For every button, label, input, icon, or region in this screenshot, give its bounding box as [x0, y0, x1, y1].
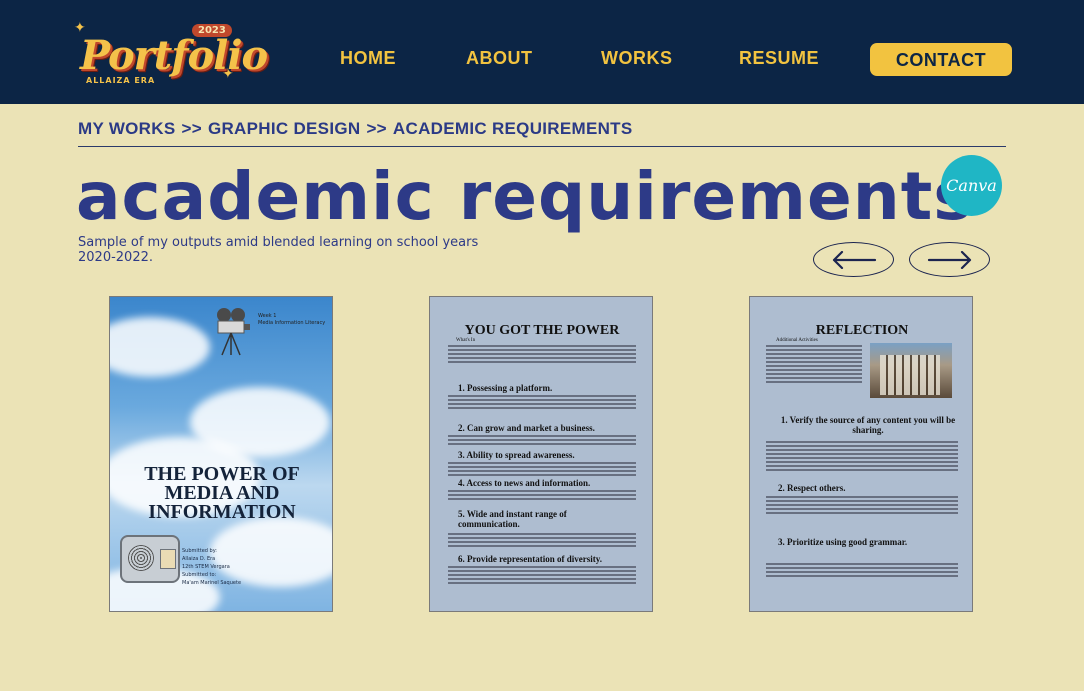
breadcrumb-graphic-design[interactable]: GRAPHIC DESIGN — [208, 119, 361, 138]
doc-title: REFLECTION — [815, 323, 909, 338]
work-card-reflection[interactable]: REFLECTION Additional Activities 1. Veri… — [749, 296, 973, 612]
breadcrumb-separator: >> — [366, 119, 387, 138]
doc-title: YOU GOT THE POWER — [464, 323, 620, 338]
doc-item: 1. Possessing a platform. — [458, 383, 553, 393]
cover-module: Week 1 Media Information Literacy — [258, 313, 326, 326]
prev-button[interactable] — [813, 242, 894, 277]
logo-sub: ALLAIZA ERA — [86, 76, 156, 85]
nav-home[interactable]: HOME — [340, 48, 396, 69]
breadcrumb-separator: >> — [181, 119, 202, 138]
doc-section-label: Additional Activities — [776, 338, 818, 343]
canva-logo: Canva — [941, 155, 1002, 216]
page-title: academic requirements — [76, 158, 974, 235]
doc-item: 6. Provide representation of diversity. — [458, 554, 602, 564]
film-camera-icon — [217, 308, 250, 356]
work-card-cover[interactable]: Week 1 Media Information Literacy THE PO… — [109, 296, 333, 612]
breadcrumb-current: ACADEMIC REQUIREMENTS — [392, 119, 633, 138]
next-button[interactable] — [909, 242, 990, 277]
doc-item: 3. Prioritize using good grammar. — [778, 537, 908, 547]
divider — [78, 146, 1006, 147]
doc-item: 3. Ability to spread awareness. — [458, 450, 575, 460]
photo-illustration — [870, 343, 952, 398]
doc-item: 2. Respect others. — [778, 483, 846, 493]
arrow-left-icon — [832, 251, 877, 269]
page-subtitle: Sample of my outputs amid blended learni… — [78, 235, 479, 265]
portfolio-logo[interactable]: ✦ ✦ 2023 Portfolio ALLAIZA ERA — [74, 18, 268, 90]
arrow-right-icon — [927, 251, 972, 269]
breadcrumb: MY WORKS >> GRAPHIC DESIGN >> ACADEMIC REQUI… — [78, 119, 639, 139]
doc-item: 4. Access to news and information. — [458, 478, 591, 488]
radio-illustration — [120, 535, 180, 583]
doc-section-label: What's In — [456, 338, 476, 343]
site-header: ✦ ✦ 2023 Portfolio ALLAIZA ERA HOME ABOU… — [0, 0, 1084, 104]
cover-title: THE POWER OF MEDIA AND INFORMATION — [144, 463, 300, 523]
nav-works[interactable]: WORKS — [601, 48, 673, 69]
doc-item: 2. Can grow and market a business. — [458, 423, 595, 433]
contact-button[interactable]: CONTACT — [870, 43, 1012, 76]
nav-about[interactable]: ABOUT — [466, 48, 533, 69]
logo-word: Portfolio — [80, 32, 268, 79]
doc-item: 1. Verify the source of any content you … — [780, 415, 956, 435]
nav-resume[interactable]: RESUME — [739, 48, 819, 69]
breadcrumb-my-works[interactable]: MY WORKS — [78, 119, 175, 138]
work-card-power[interactable]: YOU GOT THE POWER What's In 1. Possessin… — [429, 296, 653, 612]
doc-item: 5. Wide and instant range of communicati… — [458, 509, 567, 529]
cover-credits: Submitted by: Allaiza D. Era 12th STEM V… — [182, 548, 242, 586]
